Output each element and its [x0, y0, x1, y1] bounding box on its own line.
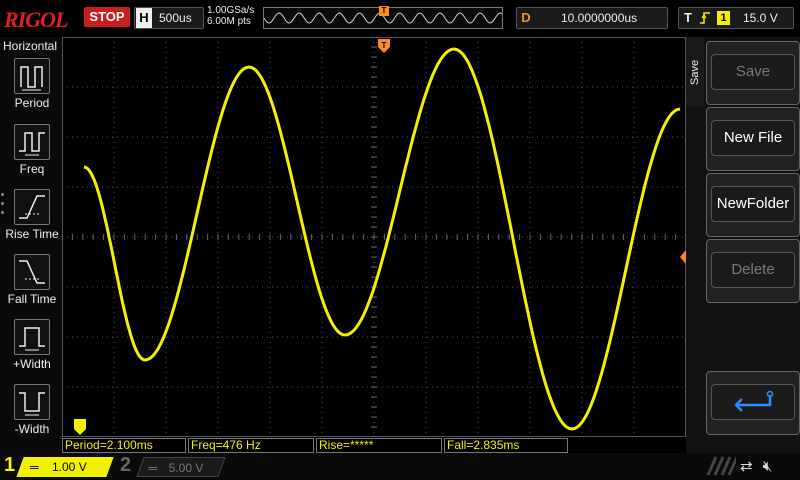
- ch2-number[interactable]: 2: [120, 454, 131, 477]
- measure-negative-width[interactable]: -Width: [4, 384, 60, 436]
- measure-label: -Width: [14, 422, 50, 436]
- trigger-source-badge: 1: [717, 11, 730, 25]
- measure-label: Period: [14, 96, 50, 110]
- trigger-level: 15.0 V: [743, 11, 778, 25]
- fall-time-icon: [14, 254, 50, 290]
- delay-value: 10.0000000us: [561, 11, 638, 25]
- measurement-bar: Period=2.100ms Freq=476 Hz Rise=***** Fa…: [62, 437, 686, 453]
- measure-rise-time[interactable]: Rise Time: [4, 189, 60, 241]
- measure-fall-time[interactable]: Fall Time: [4, 254, 60, 306]
- positive-width-icon: [14, 319, 50, 355]
- top-status-bar: RIGOL STOP H 500us 1.00GSa/s 6.00M pts T…: [0, 0, 800, 36]
- status-icons: ⇄ 🔇︎: [740, 457, 772, 475]
- measure-label: Freq: [19, 162, 45, 176]
- ch1-scale-box[interactable]: ═ 1.00 V: [16, 457, 114, 477]
- usb-icon[interactable]: ⇄: [740, 458, 753, 475]
- save-button-label: Save: [711, 54, 795, 90]
- save-button[interactable]: Save: [706, 41, 800, 105]
- ch2-scale-box[interactable]: ═ 5.00 V: [136, 457, 226, 477]
- graticule: T: [62, 37, 686, 437]
- measurement-fall[interactable]: Fall=2.835ms: [444, 438, 568, 453]
- measure-label: Rise Time: [5, 227, 59, 241]
- ch1-scale: 1.00 V: [51, 460, 87, 474]
- rising-edge-icon: [700, 12, 710, 24]
- measure-freq[interactable]: Freq: [4, 124, 60, 176]
- run-stop-indicator[interactable]: STOP: [84, 7, 130, 27]
- measure-period[interactable]: Period: [4, 58, 60, 110]
- new-file-button[interactable]: New File: [706, 107, 800, 171]
- trigger-label: T: [684, 10, 692, 25]
- decorative-stripes: [706, 456, 736, 476]
- new-folder-button[interactable]: NewFolder: [706, 173, 800, 237]
- ch1-coupling-icon: ═: [30, 460, 39, 474]
- sampling-info: 1.00GSa/s 6.00M pts: [207, 5, 254, 27]
- measure-label: Fall Time: [7, 292, 57, 306]
- menu-tab-label: Save: [689, 59, 701, 85]
- channel-bar: 1 ═ 1.00 V 2 ═ 5.00 V ⇄ 🔇︎: [0, 453, 800, 480]
- trigger-box[interactable]: T 1 15.0 V: [678, 7, 794, 29]
- horizontal-measure-panel: Horizontal Period Freq Rise Time Fall Ti…: [0, 37, 62, 453]
- speaker-mute-icon[interactable]: 🔇︎: [763, 458, 772, 475]
- timebase-value: 500us: [159, 11, 192, 25]
- rise-time-icon: [14, 189, 50, 225]
- negative-width-icon: [14, 384, 50, 420]
- sample-rate: 1.00GSa/s: [207, 5, 255, 16]
- measurement-rise[interactable]: Rise=*****: [316, 438, 442, 453]
- timebase-label: H: [136, 8, 152, 28]
- new-folder-button-label: NewFolder: [711, 186, 795, 222]
- save-menu: Save Save New File NewFolder Delete: [686, 37, 800, 453]
- freq-icon: [14, 124, 50, 160]
- ch2-scale: 5.00 V: [168, 461, 204, 475]
- measurement-period[interactable]: Period=2.100ms: [62, 438, 186, 453]
- ch2-coupling-icon: ═: [148, 461, 158, 475]
- return-button[interactable]: [706, 371, 800, 435]
- delay-label: D: [521, 10, 531, 25]
- menu-tab: Save: [686, 37, 704, 107]
- delete-button-label: Delete: [711, 252, 795, 288]
- measure-positive-width[interactable]: +Width: [4, 319, 60, 371]
- delete-button[interactable]: Delete: [706, 239, 800, 303]
- waveform-display[interactable]: T: [62, 37, 686, 437]
- return-arrow-icon: [711, 384, 795, 420]
- measurement-freq[interactable]: Freq=476 Hz: [188, 438, 314, 453]
- svg-text:T: T: [382, 41, 387, 50]
- panel-title: Horizontal: [3, 39, 58, 53]
- brand-logo: RIGOL: [4, 7, 68, 32]
- ch1-number[interactable]: 1: [4, 454, 15, 477]
- trigger-position-marker[interactable]: T: [379, 6, 389, 16]
- memory-depth: 6.00M pts: [207, 16, 251, 27]
- new-file-button-label: New File: [711, 120, 795, 156]
- delay-box[interactable]: D 10.0000000us: [516, 7, 668, 29]
- period-icon: [14, 58, 50, 94]
- measure-label: +Width: [13, 357, 51, 371]
- timebase-box[interactable]: H 500us: [134, 7, 204, 29]
